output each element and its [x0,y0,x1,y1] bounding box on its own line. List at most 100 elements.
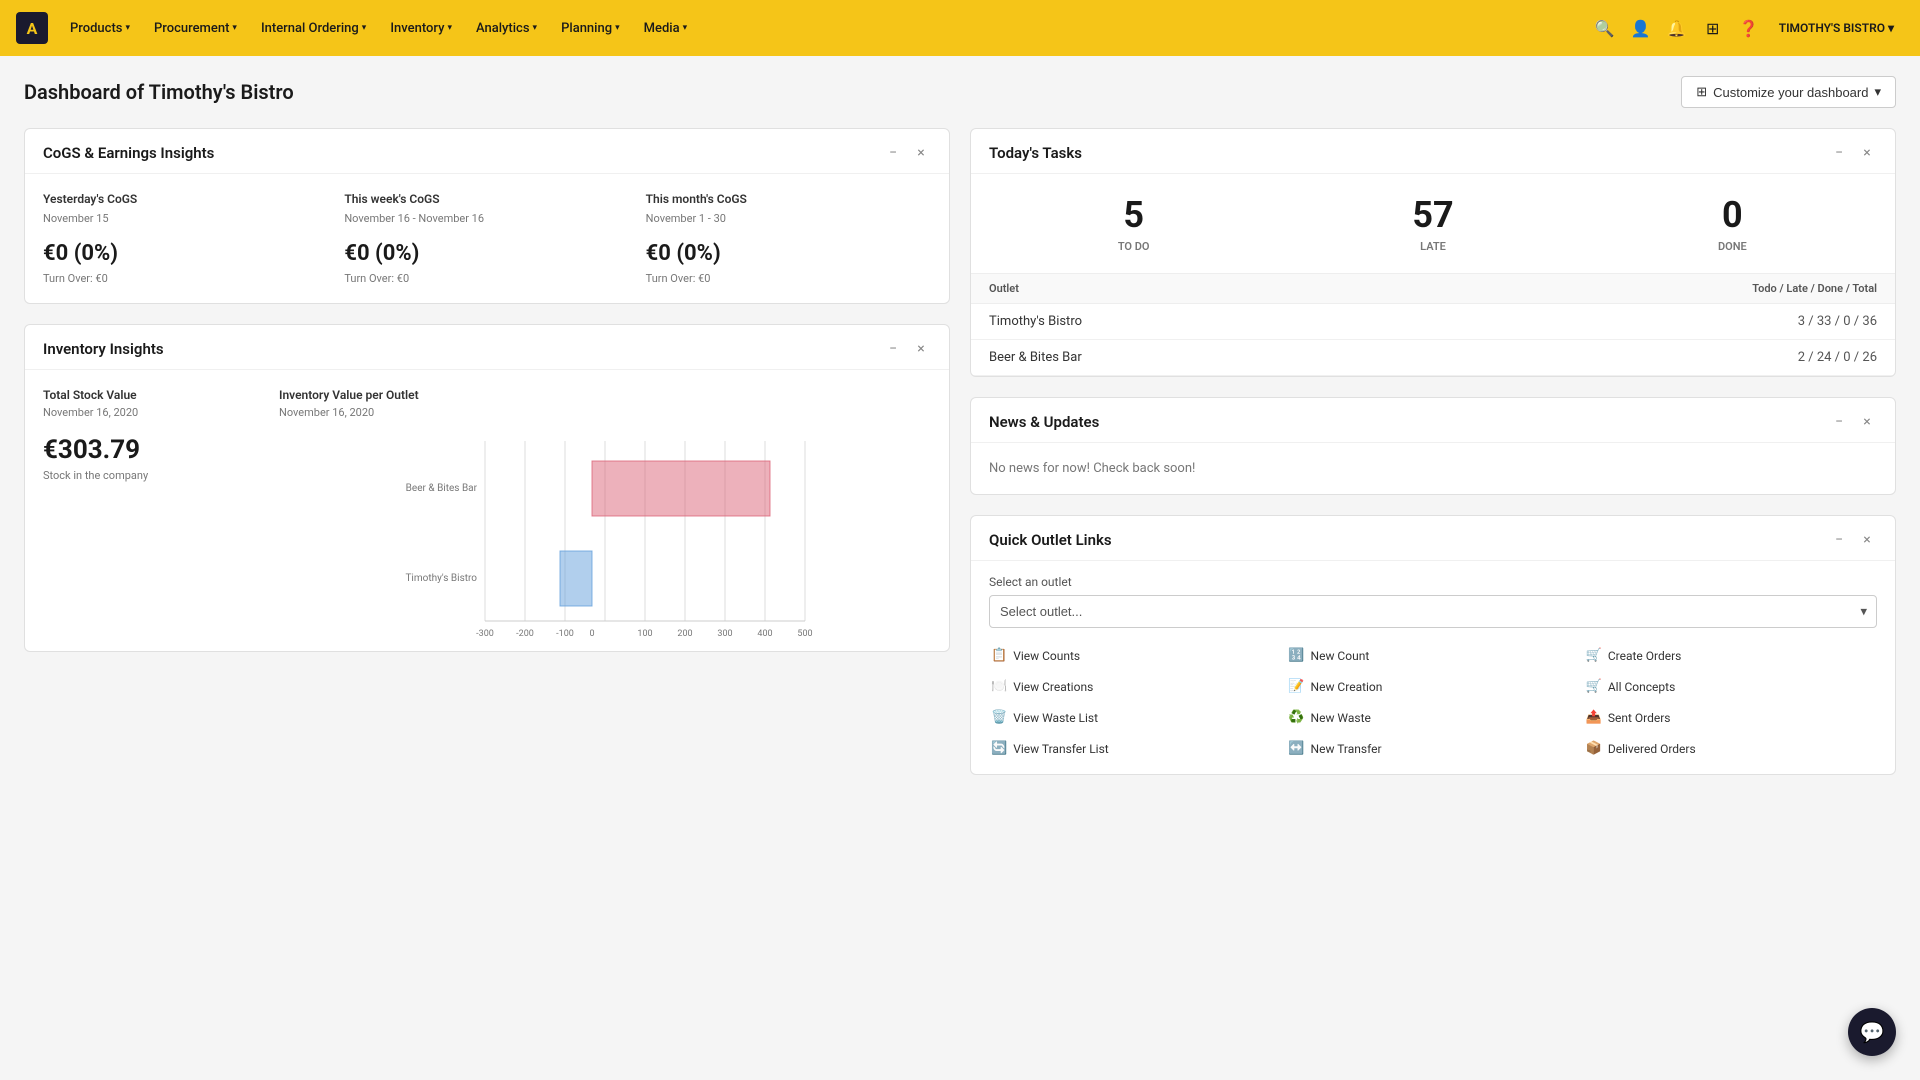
cogs-yesterday: Yesterday's CoGS November 15 €0 (0%) Tur… [43,192,328,285]
inventory-minimize-button[interactable]: − [883,339,903,359]
create-orders-icon: 🛒 [1586,648,1602,663]
news-card-header: News & Updates − × [971,398,1895,443]
tasks-done: 0 DONE [1588,194,1877,253]
inventory-close-button[interactable]: × [911,339,931,359]
tasks-card-header: Today's Tasks − × [971,129,1895,174]
tasks-summary: 5 TO DO 57 LATE 0 DONE [971,174,1895,273]
news-close-button[interactable]: × [1857,412,1877,432]
quick-link-sent-orders[interactable]: 📤 Sent Orders [1584,706,1877,729]
tasks-minimize-button[interactable]: − [1829,143,1849,163]
inventory-card-controls: − × [883,339,931,359]
tasks-outlet-row-2: Beer & Bites Bar 2 / 24 / 0 / 26 [971,340,1895,376]
news-card-controls: − × [1829,412,1877,432]
cogs-card-title: CoGS & Earnings Insights [43,144,214,162]
chat-icon: 💬 [1860,1020,1885,1044]
quick-link-new-waste[interactable]: ♻️ New Waste [1286,706,1579,729]
quick-link-new-count[interactable]: 🔢 New Count [1286,644,1579,667]
news-empty-message: No news for now! Check back soon! [989,461,1877,476]
quick-select-label: Select an outlet [989,575,1877,589]
svg-text:Beer & Bites Bar: Beer & Bites Bar [406,483,478,494]
user-icon[interactable]: 👤 [1625,12,1657,44]
inventory-stock-section: Total Stock Value November 16, 2020 €303… [43,388,263,651]
view-transfer-icon: 🔄 [991,741,1007,756]
nav-procurement[interactable]: Procurement▾ [144,15,247,42]
news-card-body: No news for now! Check back soon! [971,443,1895,494]
main-content: Dashboard of Timothy's Bistro ⊞ Customiz… [0,56,1920,795]
nav-internal-ordering[interactable]: Internal Ordering▾ [251,15,376,42]
delivered-orders-icon: 📦 [1586,741,1602,756]
cogs-card-body: Yesterday's CoGS November 15 €0 (0%) Tur… [25,174,949,303]
new-creation-icon: 📝 [1288,679,1304,694]
tasks-table-header: Outlet Todo / Late / Done / Total [971,273,1895,304]
bell-icon[interactable]: 🔔 [1661,12,1693,44]
cogs-grid: Yesterday's CoGS November 15 €0 (0%) Tur… [43,192,931,285]
cogs-minimize-button[interactable]: − [883,143,903,163]
tasks-close-button[interactable]: × [1857,143,1877,163]
grid-customize-icon: ⊞ [1696,84,1707,100]
page-header: Dashboard of Timothy's Bistro ⊞ Customiz… [24,76,1896,108]
quick-link-new-creation[interactable]: 📝 New Creation [1286,675,1579,698]
cogs-close-button[interactable]: × [911,143,931,163]
nav-media[interactable]: Media▾ [634,15,698,42]
quick-link-view-creations[interactable]: 🍽️ View Creations [989,675,1282,698]
quick-links-card: Quick Outlet Links − × Select an outlet … [970,515,1896,775]
quick-link-delivered-orders[interactable]: 📦 Delivered Orders [1584,737,1877,760]
quick-link-view-transfer-list[interactable]: 🔄 View Transfer List [989,737,1282,760]
quick-links-card-header: Quick Outlet Links − × [971,516,1895,561]
tasks-late: 57 LATE [1288,194,1577,253]
tasks-todo: 5 TO DO [989,194,1278,253]
all-concepts-icon: 🛒 [1586,679,1602,694]
quick-links-card-body: Select an outlet Select outlet... ▾ 📋 Vi… [971,561,1895,774]
inventory-card-title: Inventory Insights [43,340,164,358]
new-transfer-icon: ↔️ [1288,741,1304,756]
customize-dashboard-button[interactable]: ⊞ Customize your dashboard ▾ [1681,76,1896,108]
quick-link-all-concepts[interactable]: 🛒 All Concepts [1584,675,1877,698]
svg-text:-300: -300 [476,629,494,639]
quick-link-view-counts[interactable]: 📋 View Counts [989,644,1282,667]
nav-inventory[interactable]: Inventory▾ [380,15,462,42]
nav-icon-group: 🔍 👤 🔔 ⊞ ❓ [1589,12,1765,44]
page-title: Dashboard of Timothy's Bistro [24,80,294,104]
nav-products[interactable]: Products▾ [60,15,140,42]
svg-text:100: 100 [637,629,652,639]
help-icon[interactable]: ❓ [1733,12,1765,44]
view-waste-icon: 🗑️ [991,710,1007,725]
svg-text:400: 400 [757,629,772,639]
inventory-card-body: Total Stock Value November 16, 2020 €303… [25,370,949,651]
svg-text:0: 0 [589,629,594,639]
tasks-card-controls: − × [1829,143,1877,163]
tasks-card-title: Today's Tasks [989,144,1082,162]
left-column: CoGS & Earnings Insights − × Yesterday's… [24,128,950,775]
bar-chart-svg: Beer & Bites Bar Timothy's Bistro -300 -… [279,431,931,651]
svg-text:-100: -100 [556,629,574,639]
nav-planning[interactable]: Planning▾ [551,15,630,42]
outlet-select[interactable]: Select outlet... [989,595,1877,628]
chat-fab-button[interactable]: 💬 [1848,1008,1896,1056]
cogs-this-month: This month's CoGS November 1 - 30 €0 (0%… [646,192,931,285]
news-minimize-button[interactable]: − [1829,412,1849,432]
inventory-chart-section: Inventory Value per Outlet November 16, … [279,388,931,651]
quick-links-grid: 📋 View Counts 🔢 New Count 🛒 Create Order… [989,644,1877,760]
quick-links-close-button[interactable]: × [1857,530,1877,550]
quick-link-view-waste-list[interactable]: 🗑️ View Waste List [989,706,1282,729]
inventory-card-header: Inventory Insights − × [25,325,949,370]
dashboard-grid: CoGS & Earnings Insights − × Yesterday's… [24,128,1896,775]
quick-links-card-title: Quick Outlet Links [989,531,1112,549]
quick-select-wrapper: Select outlet... ▾ [989,595,1877,628]
top-navigation: A Products▾ Procurement▾ Internal Orderi… [0,0,1920,56]
search-icon[interactable]: 🔍 [1589,12,1621,44]
news-card-title: News & Updates [989,413,1099,431]
app-logo[interactable]: A [16,12,48,44]
quick-links-minimize-button[interactable]: − [1829,530,1849,550]
sent-orders-icon: 📤 [1586,710,1602,725]
tasks-card: Today's Tasks − × 5 TO DO 57 LATE [970,128,1896,377]
quick-links-card-controls: − × [1829,530,1877,550]
svg-text:500: 500 [797,629,812,639]
grid-icon[interactable]: ⊞ [1697,12,1729,44]
nav-analytics[interactable]: Analytics▾ [466,15,547,42]
view-counts-icon: 📋 [991,648,1007,663]
quick-link-create-orders[interactable]: 🛒 Create Orders [1584,644,1877,667]
nav-user-menu[interactable]: TIMOTHY'S BISTRO ▾ [1769,15,1904,41]
quick-link-new-transfer[interactable]: ↔️ New Transfer [1286,737,1579,760]
inventory-card: Inventory Insights − × Total Stock Value… [24,324,950,652]
